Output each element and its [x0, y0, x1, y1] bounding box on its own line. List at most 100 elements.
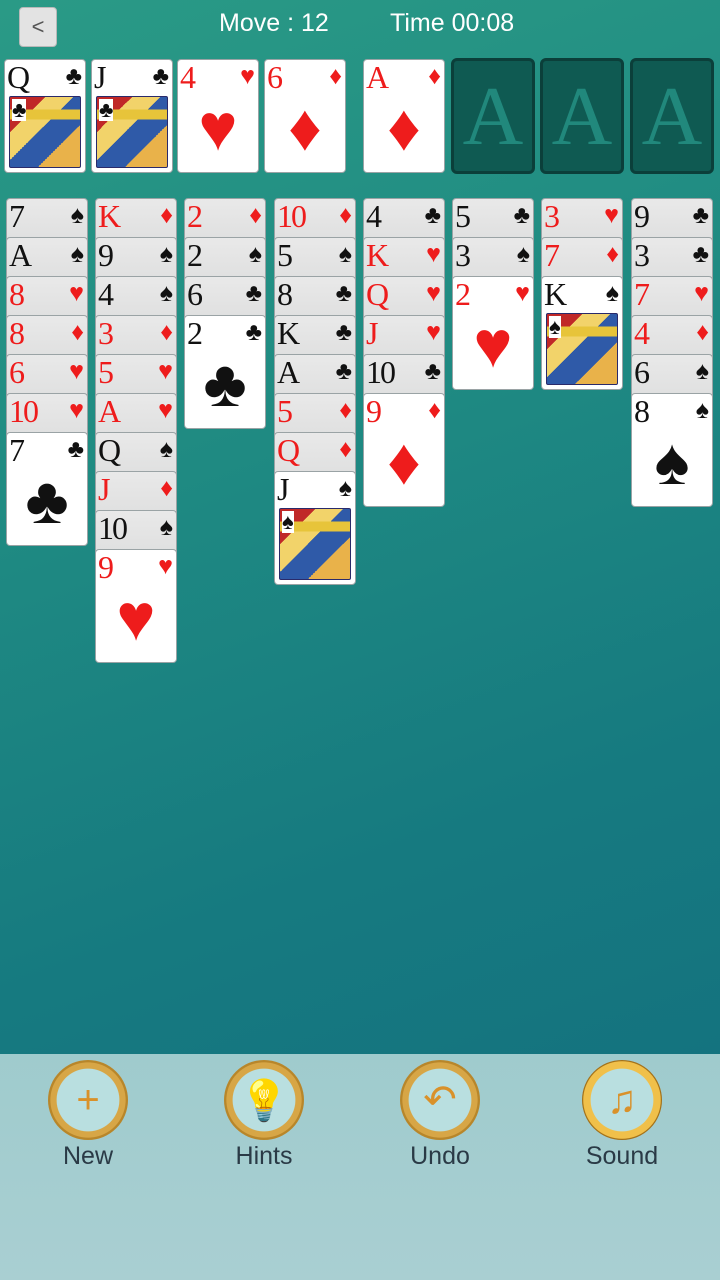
card-rank: 10: [9, 393, 39, 429]
card-suit-icon: ♥: [694, 279, 709, 307]
face-suit-icon: ♣: [99, 97, 114, 122]
card-rank: 8: [277, 276, 293, 312]
card-suit-icon: ♦: [339, 435, 352, 463]
card-suit-icon: ♣: [245, 279, 262, 307]
card-rank: 2: [187, 198, 203, 234]
card-center-suit-icon: ♥: [473, 307, 513, 381]
card-suit-icon: ♦: [329, 62, 342, 90]
foundation-slot[interactable]: A: [451, 58, 535, 174]
hints-label: Hints: [235, 1142, 293, 1170]
card-suit-icon: ♠: [159, 279, 173, 307]
tableau-card[interactable]: K ♠ ♠: [541, 276, 623, 390]
free-cell-card[interactable]: 6 ♦ ♦: [264, 59, 346, 173]
card-center-suit-icon: ♣: [203, 346, 247, 420]
plus-icon: +: [48, 1060, 128, 1140]
card-suit-icon: ♦: [606, 240, 619, 268]
card-rank: Q: [277, 432, 300, 468]
card-rank: A: [277, 354, 300, 390]
card-suit-icon: ♥: [158, 552, 173, 580]
card-suit-icon: ♣: [67, 435, 84, 463]
hints-button[interactable]: 💡 Hints: [209, 1060, 319, 1171]
face-card-art: ♠: [279, 508, 351, 580]
card-rank: 5: [98, 354, 114, 390]
card-rank: 3: [455, 237, 471, 273]
card-rank: 4: [180, 59, 196, 95]
undo-button[interactable]: ↶ Undo: [385, 1060, 495, 1171]
tableau-card[interactable]: 2 ♣ ♣: [184, 315, 266, 429]
card-center-suit-icon: ♠: [654, 424, 690, 498]
card-suit-icon: ♠: [159, 513, 173, 541]
back-button[interactable]: <: [19, 7, 57, 47]
face-suit-icon: ♣: [12, 97, 27, 122]
card-rank: 2: [187, 315, 203, 351]
face-suit-icon: ♠: [549, 314, 561, 339]
card-suit-icon: ♦: [696, 318, 709, 346]
card-rank: 10: [366, 354, 396, 390]
tableau-card[interactable]: 9 ♦ ♦: [363, 393, 445, 507]
card-rank: K: [366, 237, 389, 273]
card-rank: 5: [277, 237, 293, 273]
foundation-card[interactable]: A ♦ ♦: [363, 59, 445, 173]
new-label: New: [62, 1142, 113, 1170]
free-cell-card[interactable]: Q ♣ ♣: [4, 59, 86, 173]
card-suit-icon: ♣: [65, 62, 82, 90]
card-rank: Q: [98, 432, 121, 468]
free-cell-card[interactable]: 4 ♥ ♥: [177, 59, 259, 173]
card-suit-icon: ♠: [70, 240, 84, 268]
card-rank: 7: [634, 276, 650, 312]
card-suit-icon: ♠: [695, 396, 709, 424]
tableau-card[interactable]: J ♠ ♠: [274, 471, 356, 585]
card-suit-icon: ♥: [426, 318, 441, 346]
card-center-suit-icon: ♣: [25, 463, 69, 537]
card-suit-icon: ♣: [335, 279, 352, 307]
timer: Time 00:08: [390, 9, 515, 37]
card-suit-icon: ♣: [692, 201, 709, 229]
card-rank: 8: [9, 276, 25, 312]
card-rank: 3: [634, 237, 650, 273]
card-rank: 4: [634, 315, 650, 351]
card-rank: 9: [98, 549, 114, 585]
sound-label: Sound: [585, 1142, 659, 1170]
card-suit-icon: ♦: [160, 201, 173, 229]
sound-button[interactable]: ♫ Sound: [567, 1060, 677, 1171]
tableau-card[interactable]: 8 ♠ ♠: [631, 393, 713, 507]
card-rank: 8: [9, 315, 25, 351]
foundation-slot[interactable]: A: [540, 58, 624, 174]
card-suit-icon: ♣: [335, 357, 352, 385]
card-rank: J: [98, 471, 111, 507]
tableau-card[interactable]: 9 ♥ ♥: [95, 549, 177, 663]
card-suit-icon: ♣: [335, 318, 352, 346]
card-suit-icon: ♠: [159, 435, 173, 463]
face-suit-icon: ♠: [282, 509, 294, 534]
card-rank: 7: [9, 432, 25, 468]
free-cell-card[interactable]: J ♣ ♣: [91, 59, 173, 173]
card-suit-icon: ♦: [428, 396, 441, 424]
face-card-art: ♣: [96, 96, 168, 168]
tableau-card[interactable]: 2 ♥ ♥: [452, 276, 534, 390]
card-rank: 5: [277, 393, 293, 429]
card-suit-icon: ♥: [515, 279, 530, 307]
card-rank: 6: [267, 59, 283, 95]
card-rank: 7: [9, 198, 25, 234]
card-suit-icon: ♥: [158, 396, 173, 424]
tableau-card[interactable]: 7 ♣ ♣: [6, 432, 88, 546]
card-suit-icon: ♦: [249, 201, 262, 229]
card-rank: K: [544, 276, 567, 312]
card-rank: 3: [544, 198, 560, 234]
card-suit-icon: ♣: [152, 62, 169, 90]
card-suit-icon: ♥: [158, 357, 173, 385]
card-rank: 2: [187, 237, 203, 273]
card-suit-icon: ♠: [338, 240, 352, 268]
foundation-slot[interactable]: A: [630, 58, 714, 174]
card-suit-icon: ♠: [248, 240, 262, 268]
new-button[interactable]: + New: [33, 1060, 143, 1171]
card-suit-icon: ♥: [69, 396, 84, 424]
card-rank: 4: [366, 198, 382, 234]
card-rank: A: [98, 393, 121, 429]
card-suit-icon: ♥: [426, 279, 441, 307]
undo-arrow-icon: ↶: [400, 1060, 480, 1140]
card-suit-icon: ♠: [70, 201, 84, 229]
card-rank: A: [9, 237, 32, 273]
card-suit-icon: ♣: [513, 201, 530, 229]
card-center-suit-icon: ♦: [387, 424, 421, 498]
